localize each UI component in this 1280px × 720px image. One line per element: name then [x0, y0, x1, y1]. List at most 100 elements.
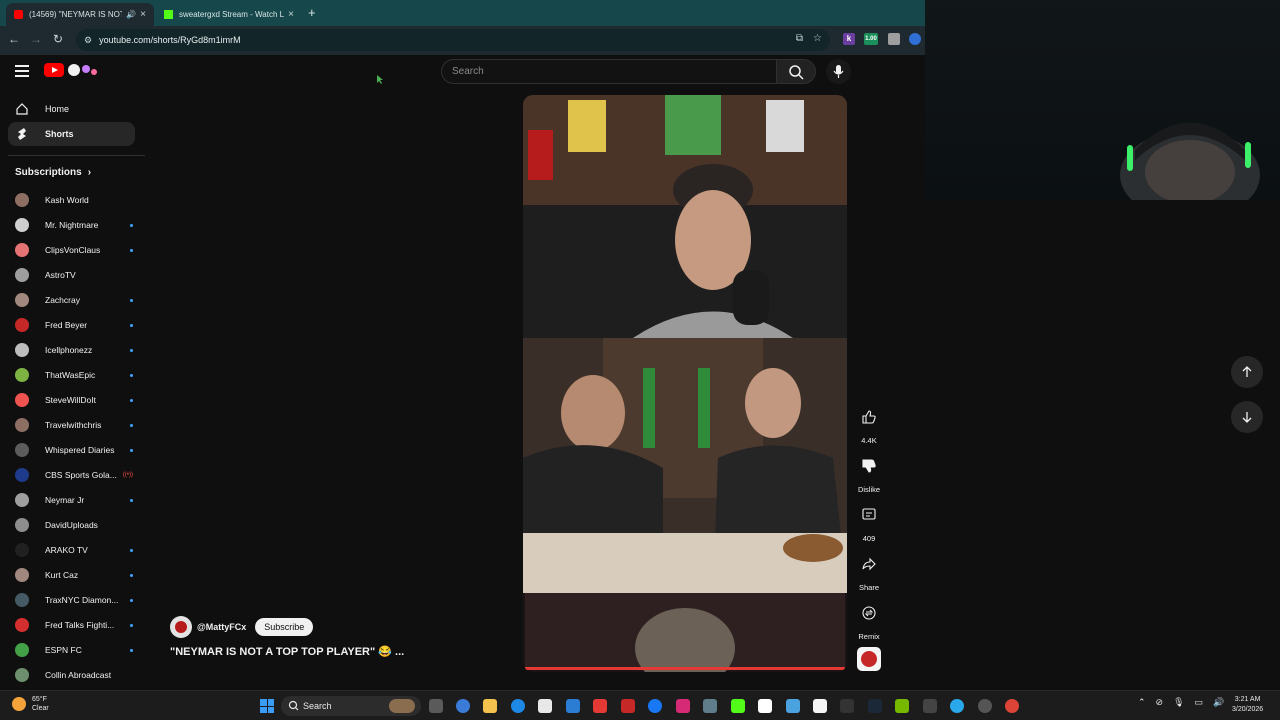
like-button[interactable]: 4.4K — [852, 405, 886, 445]
subscribe-button[interactable]: Subscribe — [255, 618, 314, 636]
creator-handle[interactable]: @MattyFCx — [197, 622, 246, 632]
sidebar-channel[interactable]: CBS Sports Gola... ((•)) — [15, 465, 133, 485]
url-text: youtube.com/shorts/RyGd8m1imrM — [99, 35, 241, 45]
sidebar-channel[interactable]: Neymar Jr — [15, 490, 133, 510]
weather-widget[interactable]: 65°F Clear — [12, 695, 49, 713]
sidebar-channel[interactable]: SteveWillDoIt — [15, 390, 133, 410]
youtube-app-icon[interactable] — [593, 699, 607, 713]
extension-badge-icon[interactable]: 1.00 — [864, 33, 878, 45]
windows-start-icon[interactable] — [260, 699, 274, 713]
tab-kick[interactable]: sweatergxd Stream - Watch Live × — [156, 3, 302, 26]
app-red-icon[interactable] — [621, 699, 635, 713]
tab-youtube[interactable]: (14569) "NEYMAR IS NOT A 🔊 × — [6, 3, 154, 26]
kick-app-icon[interactable] — [731, 699, 745, 713]
next-short-button[interactable] — [1231, 401, 1263, 433]
sidebar-channel[interactable]: ThatWasEpic — [15, 365, 133, 385]
amazon-icon[interactable] — [758, 699, 772, 713]
channel-name: Whispered Diaries — [45, 445, 115, 455]
sidebar-channel[interactable]: ARAKO TV — [15, 540, 133, 560]
new-tab-icon[interactable]: + — [308, 5, 316, 20]
sidebar-channel[interactable]: ESPN FC — [15, 640, 133, 660]
search-input[interactable]: Search — [441, 59, 777, 84]
sidebar-channel[interactable]: TraxNYC Diamon... — [15, 590, 133, 610]
app-white-icon[interactable] — [813, 699, 827, 713]
app-grid-icon[interactable] — [703, 699, 717, 713]
sidebar-channel[interactable]: ClipsVonClaus — [15, 240, 133, 260]
epic-games-icon[interactable] — [923, 699, 937, 713]
chrome-icon[interactable] — [1005, 699, 1019, 713]
taskbar-clock[interactable]: 3:21 AM 3/20/2026 — [1232, 695, 1263, 715]
file-explorer-icon[interactable] — [483, 699, 497, 713]
weather-desc: Clear — [32, 705, 49, 712]
back-icon[interactable]: ← — [6, 32, 22, 46]
sidebar-channel[interactable]: Fred Talks Fighti... — [15, 615, 133, 635]
nvidia-icon[interactable] — [895, 699, 909, 713]
install-app-icon[interactable]: ⧉ — [796, 33, 803, 44]
app-gear-icon[interactable] — [978, 699, 992, 713]
sidebar-channel[interactable]: Kurt Caz — [15, 565, 133, 585]
comment-icon — [862, 508, 876, 520]
bookmark-star-icon[interactable]: ☆ — [813, 33, 822, 44]
close-tab-icon[interactable]: × — [288, 9, 294, 20]
sidebar-channel[interactable]: AstroTV — [15, 265, 133, 285]
sidebar-channel[interactable]: Mr. Nightmare — [15, 215, 133, 235]
sidebar-item-shorts[interactable]: Shorts — [8, 122, 135, 146]
comments-button[interactable]: 409 — [852, 503, 886, 543]
display-icon[interactable]: ▭ — [1195, 697, 1204, 708]
store-icon[interactable] — [538, 699, 552, 713]
previous-short-button[interactable] — [1231, 356, 1263, 388]
voice-search-button[interactable] — [826, 59, 851, 84]
menu-icon[interactable] — [15, 65, 29, 80]
extension-puzzle-icon[interactable] — [888, 33, 900, 45]
volume-icon[interactable]: 🔊 — [1213, 697, 1224, 708]
outlook-icon[interactable] — [566, 699, 580, 713]
tiktok-icon[interactable] — [840, 699, 854, 713]
comment-count: 409 — [862, 534, 876, 543]
sound-avatar[interactable] — [857, 647, 881, 671]
taskbar-search[interactable]: Search — [281, 696, 421, 716]
site-info-icon[interactable]: ⚙ — [84, 35, 92, 46]
sidebar-channel[interactable]: Kash World — [15, 190, 133, 210]
short-title[interactable]: "NEYMAR IS NOT A TOP TOP PLAYER" 😂 ... — [170, 645, 404, 658]
subscriptions-heading[interactable]: Subscriptions › — [15, 167, 91, 178]
sidebar-channel[interactable]: Fred Beyer — [15, 315, 133, 335]
search-icon — [288, 700, 299, 711]
share-button[interactable]: Share — [852, 552, 886, 592]
forward-icon[interactable]: → — [28, 32, 44, 46]
network-icon[interactable]: ⊘ — [1156, 697, 1164, 708]
sidebar-channel[interactable]: DavidUploads — [15, 515, 133, 535]
channel-name: Icellphonezz — [45, 345, 93, 355]
address-bar[interactable]: ⚙ youtube.com/shorts/RyGd8m1imrM ⧉ ☆ — [76, 29, 830, 51]
tray-chevron-icon[interactable]: ⌃ — [1138, 697, 1146, 708]
reload-icon[interactable]: ↻ — [50, 32, 66, 46]
speaker-icon[interactable]: 🔊 — [126, 10, 136, 19]
telegram-icon[interactable] — [950, 699, 964, 713]
dislike-button[interactable]: Dislike — [852, 454, 886, 494]
profile-icon[interactable] — [909, 33, 921, 45]
copilot-icon[interactable] — [456, 699, 470, 713]
creator-avatar[interactable] — [170, 616, 192, 638]
close-tab-icon[interactable]: × — [140, 9, 146, 20]
short-video-player[interactable] — [523, 95, 847, 672]
search-button[interactable] — [776, 59, 816, 84]
sidebar-channel[interactable]: Collin Abroadcast — [15, 665, 133, 685]
steam-icon[interactable] — [868, 699, 882, 713]
extension-k-icon[interactable]: k — [843, 33, 855, 45]
facebook-icon[interactable] — [648, 699, 662, 713]
app-blue-icon[interactable] — [786, 699, 800, 713]
edge-icon[interactable] — [511, 699, 525, 713]
sidebar-channel[interactable]: Icellphonezz — [15, 340, 133, 360]
remix-button[interactable]: Remix — [852, 601, 886, 641]
instagram-icon[interactable] — [676, 699, 690, 713]
channel-name: Fred Talks Fighti... — [45, 620, 115, 630]
youtube-logo-icon[interactable] — [44, 63, 64, 77]
sidebar-item-home[interactable]: Home — [8, 97, 135, 121]
shorts-icon — [18, 128, 26, 140]
kick-favicon-icon — [164, 10, 173, 19]
mic-tray-icon[interactable]: 🎙 — [1173, 697, 1184, 708]
sidebar-channel[interactable]: Travelwithchris — [15, 415, 133, 435]
sidebar-channel[interactable]: Whispered Diaries — [15, 440, 133, 460]
sidebar-channel[interactable]: Zachcray — [15, 290, 133, 310]
new-content-dot — [130, 498, 133, 502]
task-view-icon[interactable] — [429, 699, 443, 713]
